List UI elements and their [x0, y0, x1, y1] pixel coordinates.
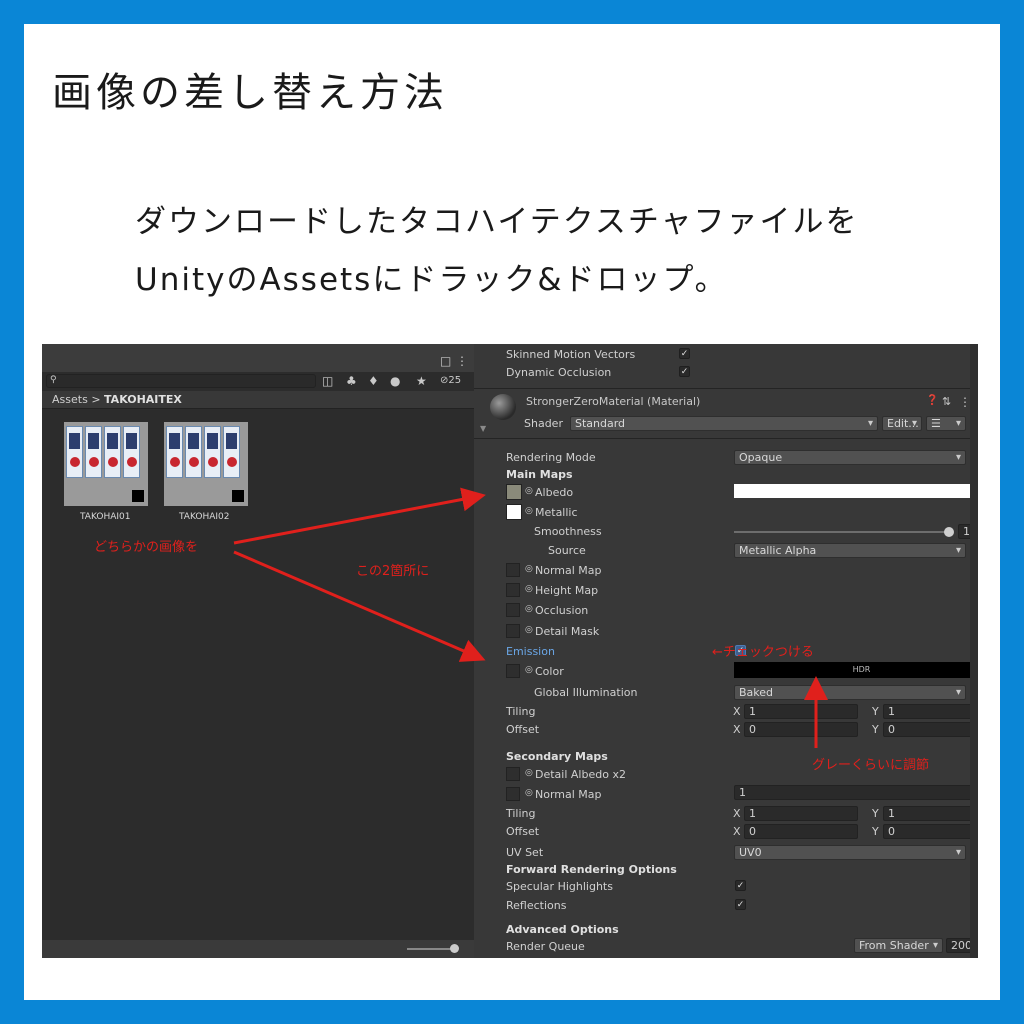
description-line-1: ダウンロードしたタコハイテクスチャファイルを	[135, 204, 859, 240]
check-note: ←チェックつける	[712, 645, 814, 660]
unity-screenshot: □ ⋮ ⚲ ◫ ♣ ♦ ● ★ ⊘25 Assets > TAKOHAITEX …	[42, 344, 978, 958]
annotation-arrows	[233, 487, 828, 748]
arrow-to-albedo	[233, 487, 486, 545]
page-title: 画像の差し替え方法	[52, 70, 448, 116]
gray-note: グレーくらいに調節	[812, 758, 930, 773]
drag-note: どちらかの画像を	[94, 540, 199, 555]
description-line-2: UnityのAssetsにドラック&ドロップ。	[135, 262, 728, 298]
target-note: この2箇所に	[356, 564, 430, 579]
